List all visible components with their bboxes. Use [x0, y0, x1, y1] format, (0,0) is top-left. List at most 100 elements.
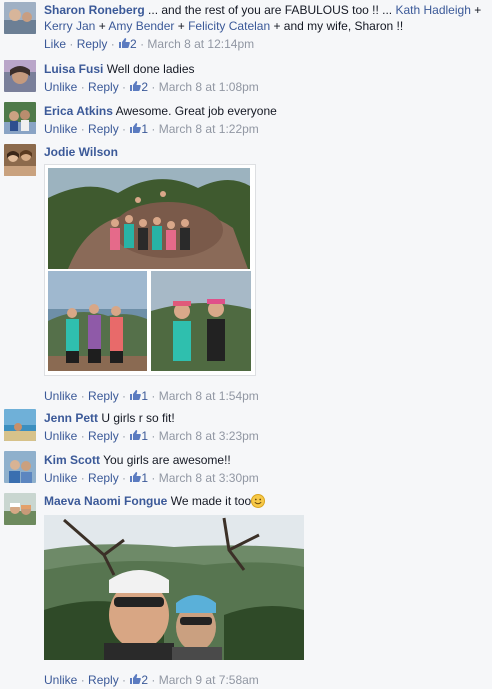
avatar[interactable]: [4, 2, 36, 34]
avatar[interactable]: [4, 60, 36, 92]
separator: ·: [118, 122, 130, 136]
comment-actions: Like · Reply · 2 · March 8 at 12:14pm: [44, 36, 486, 52]
comment-body: Erica Atkins Awesome. Great job everyone…: [44, 103, 486, 137]
reply-button[interactable]: Reply: [88, 429, 119, 443]
comment-message: You girls are awesome!!: [103, 453, 231, 467]
comment-body: Unlike · Reply · 2 · March 9 at 7:58am: [44, 670, 486, 688]
separator: ·: [148, 80, 159, 94]
avatar[interactable]: [4, 451, 36, 483]
timestamp[interactable]: March 8 at 12:14pm: [147, 37, 254, 51]
plus-separator: +: [95, 19, 109, 33]
like-count[interactable]: 2: [118, 37, 137, 51]
duo-photo[interactable]: [151, 271, 251, 371]
like-count[interactable]: 2: [129, 80, 148, 94]
unlike-button[interactable]: Unlike: [44, 673, 77, 687]
comment-text: Kim Scott You girls are awesome!!: [44, 452, 486, 468]
like-count[interactable]: 1: [129, 122, 148, 136]
avatar[interactable]: [4, 409, 36, 441]
comment-body: Kim Scott You girls are awesome!! Unlike…: [44, 452, 486, 486]
comment-text: Erica Atkins Awesome. Great job everyone: [44, 103, 486, 119]
comment-actions: Unlike · Reply · 1 · March 8 at 3:30pm: [44, 470, 486, 486]
comment-message: Awesome. Great job everyone: [115, 104, 277, 118]
comment-author[interactable]: Sharon Roneberg: [44, 3, 145, 17]
comment-body: Jodie Wilson: [44, 144, 486, 160]
separator: ·: [77, 122, 89, 136]
like-count[interactable]: 1: [129, 429, 148, 443]
like-count[interactable]: 2: [129, 673, 148, 687]
tagged-user[interactable]: Kerry Jan: [44, 19, 95, 33]
comment-message: Well done ladies: [106, 62, 195, 76]
thumbs-up-icon: [130, 390, 142, 400]
thumbs-up-icon: [130, 674, 142, 684]
comment-text-part: + and my wife, Sharon !!: [270, 19, 404, 33]
unlike-button[interactable]: Unlike: [44, 80, 77, 94]
reply-button[interactable]: Reply: [88, 471, 119, 485]
comment-actions: Unlike · Reply · 2 · March 8 at 1:08pm: [44, 79, 486, 95]
smiley-emoji-icon: [251, 494, 266, 508]
tagged-user[interactable]: Kath Hadleigh: [395, 3, 470, 17]
comment-author[interactable]: Jodie Wilson: [44, 145, 118, 159]
comment-body: Luisa Fusi Well done ladies Unlike · Rep…: [44, 61, 486, 95]
reply-button[interactable]: Reply: [77, 37, 108, 51]
separator: ·: [118, 471, 130, 485]
reply-button[interactable]: Reply: [88, 389, 119, 403]
separator: ·: [77, 429, 89, 443]
comment-actions: Unlike · Reply · 1 · March 8 at 1:54pm: [44, 388, 486, 404]
separator: ·: [148, 673, 159, 687]
like-count[interactable]: 1: [129, 389, 148, 403]
separator: ·: [66, 37, 77, 51]
comment-text-part: ... and the rest of you are FABULOUS too…: [144, 3, 396, 17]
tagged-user[interactable]: Amy Bender: [108, 19, 174, 33]
tagged-user[interactable]: Felicity Catelan: [188, 19, 270, 33]
comment-author[interactable]: Luisa Fusi: [44, 62, 103, 76]
comment-actions: Unlike · Reply · 1 · March 8 at 3:23pm: [44, 428, 486, 444]
separator: ·: [148, 389, 159, 403]
timestamp[interactable]: March 9 at 7:58am: [159, 673, 259, 687]
trio-photo[interactable]: [48, 271, 147, 371]
comment-actions: Unlike · Reply · 1 · March 8 at 1:22pm: [44, 121, 486, 137]
separator: ·: [118, 389, 130, 403]
comment-author[interactable]: Erica Atkins: [44, 104, 113, 118]
separator: ·: [107, 37, 119, 51]
plus-separator: +: [470, 3, 482, 17]
separator: ·: [118, 429, 130, 443]
separator: ·: [148, 122, 159, 136]
separator: ·: [77, 389, 89, 403]
comment-text: Maeva Naomi Fongue We made it too: [44, 493, 486, 509]
unlike-button[interactable]: Unlike: [44, 122, 77, 136]
comment-body: Sharon Roneberg ... and the rest of you …: [44, 2, 486, 52]
separator: ·: [148, 471, 159, 485]
timestamp[interactable]: March 8 at 3:30pm: [159, 471, 259, 485]
reply-button[interactable]: Reply: [88, 122, 119, 136]
thumbs-up-icon: [119, 38, 130, 48]
separator: ·: [118, 80, 130, 94]
avatar[interactable]: [4, 144, 36, 176]
thumbs-up-icon: [130, 81, 142, 91]
comment-text: Jodie Wilson: [44, 144, 486, 160]
like-count[interactable]: 1: [129, 471, 148, 485]
avatar[interactable]: [4, 493, 36, 525]
selfie-photo[interactable]: [44, 515, 304, 660]
comment-author[interactable]: Kim Scott: [44, 453, 100, 467]
comment-body: Unlike · Reply · 1 · March 8 at 1:54pm: [44, 386, 486, 404]
separator: ·: [77, 673, 89, 687]
thumbs-up-icon: [130, 472, 142, 482]
comment-text: Sharon Roneberg ... and the rest of you …: [44, 2, 486, 34]
avatar[interactable]: [4, 102, 36, 134]
photo-grid: [44, 164, 256, 376]
like-button[interactable]: Like: [44, 37, 66, 51]
timestamp[interactable]: March 8 at 1:08pm: [159, 80, 259, 94]
reply-button[interactable]: Reply: [88, 80, 119, 94]
separator: ·: [77, 80, 89, 94]
timestamp[interactable]: March 8 at 1:54pm: [159, 389, 259, 403]
reply-button[interactable]: Reply: [88, 673, 119, 687]
comment-author[interactable]: Jenn Pett: [44, 411, 98, 425]
group-photo-rock[interactable]: [48, 168, 250, 269]
unlike-button[interactable]: Unlike: [44, 429, 77, 443]
unlike-button[interactable]: Unlike: [44, 471, 77, 485]
unlike-button[interactable]: Unlike: [44, 389, 77, 403]
timestamp[interactable]: March 8 at 3:23pm: [159, 429, 259, 443]
timestamp[interactable]: March 8 at 1:22pm: [159, 122, 259, 136]
plus-separator: +: [174, 19, 189, 33]
comment-author[interactable]: Maeva Naomi Fongue: [44, 494, 167, 508]
